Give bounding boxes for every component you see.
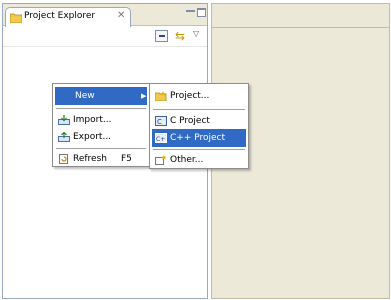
link-with-editor-icon[interactable]: ⇆: [173, 29, 187, 43]
menu-item-project[interactable]: Project...: [152, 87, 246, 105]
menu-item-label: Refresh: [73, 154, 107, 164]
menu-item-label: Export...: [73, 132, 112, 142]
menu-item-other[interactable]: Other...: [152, 151, 246, 169]
menu-item-export[interactable]: Export...: [55, 128, 147, 146]
shortcut-label: F5: [121, 154, 132, 164]
menu-separator: [56, 108, 146, 110]
view-menu-chevron-icon[interactable]: ▽: [193, 29, 203, 39]
folder-icon: [10, 13, 22, 23]
submenu-arrow-icon: ▶: [141, 92, 147, 100]
maximize-icon[interactable]: [197, 8, 206, 17]
editor-tab-strip: [212, 4, 389, 28]
menu-item-label: Import...: [73, 115, 112, 125]
menu-item-new[interactable]: New ▶: [55, 87, 147, 105]
close-icon[interactable]: ✕: [117, 10, 125, 21]
context-menu: New ▶ Import... Export... Refresh F5: [52, 83, 150, 167]
collapse-all-icon[interactable]: [155, 30, 168, 42]
menu-item-label: C++ Project: [170, 133, 226, 143]
cpp-project-icon: C+: [155, 133, 167, 143]
view-header: Project Explorer ✕: [3, 4, 207, 27]
project-explorer-tab[interactable]: Project Explorer ✕: [5, 7, 131, 27]
new-submenu: Project... C C Project C+ C++ Project Ot…: [149, 83, 249, 169]
svg-text:C: C: [157, 118, 162, 126]
view-toolbar: ⇆ ▽: [3, 27, 207, 47]
svg-text:C+: C+: [156, 136, 165, 143]
other-wizard-icon: [155, 155, 167, 165]
c-project-icon: C: [155, 116, 167, 126]
menu-item-refresh[interactable]: Refresh F5: [55, 150, 147, 168]
import-icon: [58, 115, 70, 125]
refresh-icon: [59, 154, 68, 164]
project-icon: [155, 91, 167, 101]
minimize-icon[interactable]: [186, 10, 195, 13]
menu-item-label: C Project: [170, 116, 210, 126]
export-icon: [58, 132, 70, 142]
menu-item-label: New: [75, 91, 95, 101]
menu-separator: [153, 109, 245, 111]
menu-item-cpp-project[interactable]: C+ C++ Project: [152, 129, 246, 147]
menu-item-label: Other...: [170, 155, 204, 165]
menu-item-c-project[interactable]: C C Project: [152, 112, 246, 130]
tab-label: Project Explorer: [24, 11, 96, 21]
menu-item-label: Project...: [170, 91, 210, 101]
menu-item-import[interactable]: Import...: [55, 111, 147, 129]
